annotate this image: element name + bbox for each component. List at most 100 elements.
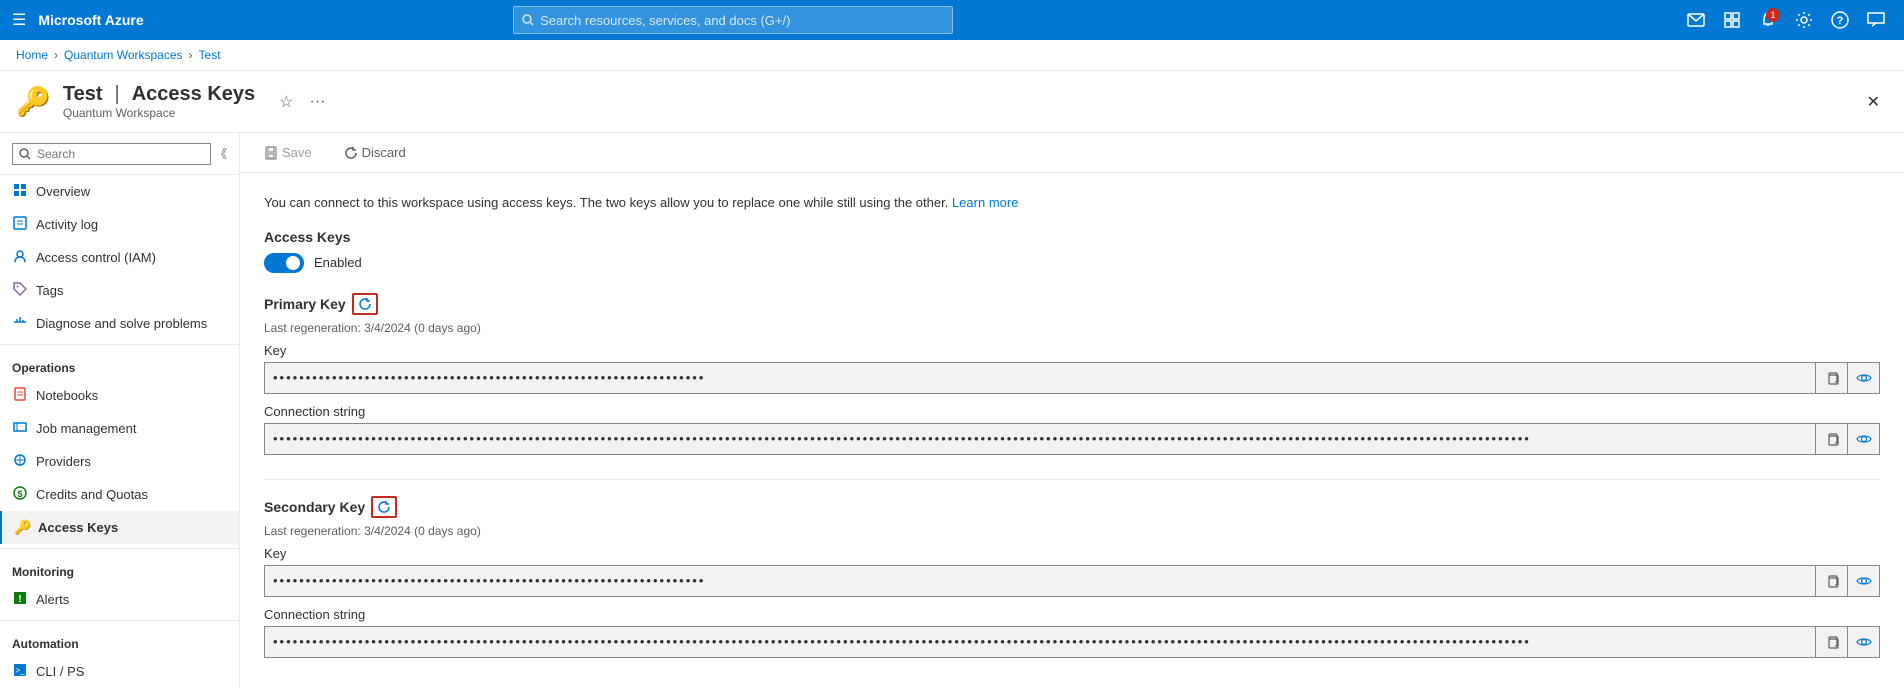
sidebar-item-activity-log[interactable]: Activity log — [0, 208, 239, 241]
discard-icon — [344, 146, 358, 160]
favorite-button[interactable]: ☆ — [275, 90, 297, 114]
feedback-icon[interactable] — [1860, 4, 1892, 36]
secondary-key-field: ••••••••••••••••••••••••••••••••••••••••… — [264, 565, 1880, 597]
providers-label: Providers — [36, 454, 91, 469]
primary-connection-string-field: ••••••••••••••••••••••••••••••••••••••••… — [264, 423, 1880, 455]
main-layout: 《 Overview Activity log Access control (… — [0, 133, 1904, 688]
discard-button[interactable]: Discard — [336, 141, 414, 164]
sidebar-item-access-keys[interactable]: 🔑 Access Keys — [0, 511, 239, 544]
secondary-key-regenerate-button[interactable] — [371, 496, 397, 518]
sidebar-item-diagnose[interactable]: Diagnose and solve problems — [0, 307, 239, 340]
tags-label: Tags — [36, 283, 63, 298]
secondary-connection-copy-button[interactable] — [1815, 626, 1847, 658]
main-content: Save Discard You can connect to this wor… — [240, 133, 1904, 688]
sidebar-item-cli[interactable]: >_ CLI / PS — [0, 655, 239, 688]
help-icon[interactable]: ? — [1824, 4, 1856, 36]
toolbar: Save Discard — [240, 133, 1904, 173]
nav-divider-3 — [0, 620, 239, 621]
page-header: 🔑 Test | Access Keys Quantum Workspace ☆… — [0, 71, 1904, 133]
notifications-icon[interactable]: 1 — [1752, 4, 1784, 36]
sidebar-item-providers[interactable]: Providers — [0, 445, 239, 478]
secondary-key-section: Secondary Key Last regeneration: 3/4/202… — [264, 496, 1880, 658]
sidebar-item-credits-quotas[interactable]: $ Credits and Quotas — [0, 478, 239, 511]
page-title-resource: Test — [63, 83, 103, 106]
toggle-row: Enabled — [264, 253, 1880, 273]
nav-divider-2 — [0, 548, 239, 549]
access-keys-section-title: Access Keys — [264, 229, 1880, 245]
secondary-key-copy-button[interactable] — [1815, 565, 1847, 597]
credits-quotas-icon: $ — [12, 486, 28, 503]
sidebar-search-area: 《 — [0, 133, 239, 175]
cli-icon: >_ — [12, 663, 28, 680]
sidebar-item-tags[interactable]: Tags — [0, 274, 239, 307]
primary-connection-copy-button[interactable] — [1815, 423, 1847, 455]
secondary-key-eye-button[interactable] — [1847, 565, 1879, 597]
primary-key-copy-button[interactable] — [1815, 362, 1847, 394]
credits-quotas-label: Credits and Quotas — [36, 487, 148, 502]
resource-icon: 🔑 — [16, 85, 51, 118]
page-subtitle: Quantum Workspace — [63, 106, 255, 120]
save-icon — [264, 146, 278, 160]
primary-connection-string-value: ••••••••••••••••••••••••••••••••••••••••… — [265, 431, 1815, 446]
more-options-button[interactable]: ··· — [306, 91, 330, 113]
job-management-icon — [12, 420, 28, 437]
primary-key-regenerate-button[interactable] — [352, 293, 378, 315]
hamburger-menu[interactable]: ☰ — [12, 10, 26, 30]
search-icon — [522, 14, 534, 26]
sidebar-search-input[interactable] — [37, 147, 204, 161]
svg-text:!: ! — [18, 594, 21, 605]
cli-label: CLI / PS — [36, 664, 84, 679]
providers-icon — [12, 453, 28, 470]
sidebar-item-notebooks[interactable]: Notebooks — [0, 379, 239, 412]
job-management-label: Job management — [36, 421, 136, 436]
sidebar-search-icon — [19, 148, 31, 160]
svg-text:>_: >_ — [15, 666, 25, 675]
settings-icon[interactable] — [1788, 4, 1820, 36]
svg-text:$: $ — [17, 489, 22, 499]
sidebar-item-alerts[interactable]: ! Alerts — [0, 583, 239, 616]
secondary-connection-eye-button[interactable] — [1847, 626, 1879, 658]
mail-icon[interactable] — [1680, 4, 1712, 36]
portal-icon[interactable] — [1716, 4, 1748, 36]
close-button[interactable]: ✕ — [1859, 88, 1888, 116]
diagnose-label: Diagnose and solve problems — [36, 316, 207, 331]
secondary-key-header: Secondary Key — [264, 496, 1880, 518]
brand-name: Microsoft Azure — [38, 12, 143, 28]
svg-text:?: ? — [1837, 15, 1844, 27]
tags-icon — [12, 282, 28, 299]
primary-key-field: ••••••••••••••••••••••••••••••••••••••••… — [264, 362, 1880, 394]
operations-header: Operations — [0, 349, 239, 379]
sidebar-collapse-button[interactable]: 《 — [211, 141, 231, 166]
global-search-input[interactable] — [540, 13, 944, 28]
nav-divider-1 — [0, 344, 239, 345]
breadcrumb-quantum-workspaces[interactable]: Quantum Workspaces — [64, 48, 183, 62]
toggle-label: Enabled — [314, 255, 362, 270]
learn-more-link[interactable]: Learn more — [952, 195, 1018, 210]
overview-label: Overview — [36, 184, 90, 199]
secondary-key-label: Secondary Key — [264, 499, 365, 515]
top-nav-icons: 1 ? — [1680, 4, 1892, 36]
sidebar-item-job-management[interactable]: Job management — [0, 412, 239, 445]
alerts-label: Alerts — [36, 592, 69, 607]
sidebar-item-iam[interactable]: Access control (IAM) — [0, 241, 239, 274]
primary-key-label: Primary Key — [264, 296, 346, 312]
primary-connection-eye-button[interactable] — [1847, 423, 1879, 455]
access-keys-toggle[interactable] — [264, 253, 304, 273]
regen-icon — [358, 297, 372, 311]
activity-log-label: Activity log — [36, 217, 98, 232]
sidebar-item-overview[interactable]: Overview — [0, 175, 239, 208]
save-button[interactable]: Save — [256, 141, 320, 164]
activity-log-icon — [12, 216, 28, 233]
primary-key-section: Primary Key Last regeneration: 3/4/2024 … — [264, 293, 1880, 455]
breadcrumb: Home › Quantum Workspaces › Test — [0, 40, 1904, 71]
notification-badge: 1 — [1766, 8, 1780, 22]
breadcrumb-test[interactable]: Test — [199, 48, 221, 62]
global-search[interactable] — [513, 6, 953, 34]
iam-label: Access control (IAM) — [36, 250, 156, 265]
primary-key-eye-button[interactable] — [1847, 362, 1879, 394]
breadcrumb-home[interactable]: Home — [16, 48, 48, 62]
secondary-connection-string-label: Connection string — [264, 607, 1880, 622]
overview-icon — [12, 183, 28, 200]
secondary-connection-string-value: ••••••••••••••••••••••••••••••••••••••••… — [265, 634, 1815, 649]
access-keys-nav-icon: 🔑 — [14, 519, 30, 536]
